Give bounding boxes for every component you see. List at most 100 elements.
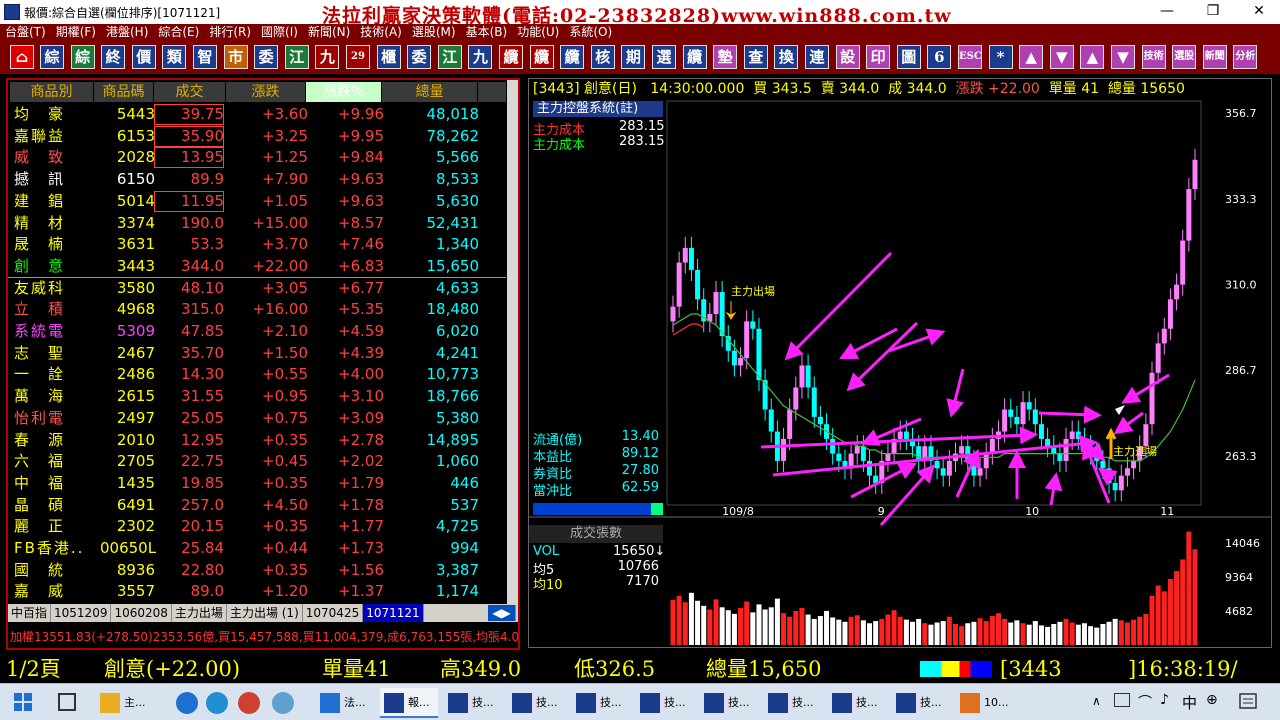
- menu-item-11[interactable]: 系統(O): [564, 24, 617, 40]
- edge-icon[interactable]: [206, 692, 228, 714]
- tray-ime-mode-icon[interactable]: ⊕: [1206, 692, 1218, 708]
- toolbar-button-14[interactable]: 九: [468, 45, 493, 69]
- watchlist-tab[interactable]: 1070425: [303, 604, 364, 622]
- menu-item-10[interactable]: 功能(U): [512, 24, 564, 40]
- watchlist-tab[interactable]: 中百指: [8, 604, 52, 622]
- toolbar-button-32[interactable]: ▲: [1019, 45, 1044, 69]
- toolbar-button-35[interactable]: ▼: [1111, 45, 1135, 69]
- maximize-button[interactable]: ❐: [1190, 0, 1236, 24]
- taskbar-app[interactable]: 報...: [380, 688, 438, 718]
- taskbar-app[interactable]: 主...: [96, 688, 154, 718]
- toolbar-button-7[interactable]: 委: [254, 45, 279, 69]
- col-header-change[interactable]: 漲跌: [226, 82, 306, 102]
- toolbar-button-33[interactable]: ▼: [1049, 45, 1074, 69]
- watchlist-tab[interactable]: 1060208: [111, 604, 172, 622]
- table-row[interactable]: 友威科 3580 48.10 +3.05 +6.77 4,633: [8, 278, 506, 300]
- menu-item-1[interactable]: 期權(F): [51, 24, 101, 40]
- taskbar-app[interactable]: 技...: [444, 688, 502, 718]
- toolbar-button-9[interactable]: 九: [315, 45, 340, 69]
- menu-item-0[interactable]: 台盤(T): [0, 24, 51, 40]
- home-icon[interactable]: ⌂: [10, 45, 34, 69]
- table-row[interactable]: 春 源 2010 12.95 +0.35 +2.78 14,895: [8, 430, 506, 452]
- tray-up-arrow-icon[interactable]: ∧: [1092, 694, 1101, 708]
- taskbar-app[interactable]: 技...: [892, 688, 950, 718]
- indicator-label[interactable]: 主力控盤系統(註): [533, 101, 663, 117]
- table-row[interactable]: 晟 楠 3631 53.3 +3.70 +7.46 1,340: [8, 234, 506, 256]
- toolbar-button-23[interactable]: 查: [743, 45, 768, 69]
- toolbar-button-38[interactable]: 新聞: [1202, 45, 1227, 69]
- table-row[interactable]: 嘉聯益 6153 35.90 +3.25 +9.95 78,262: [8, 125, 506, 148]
- toolbar-button-8[interactable]: 江: [284, 45, 309, 69]
- taskbar-app[interactable]: 法...: [316, 688, 374, 718]
- table-row[interactable]: 均 豪 5443 39.75 +3.60 +9.96 48,018: [8, 104, 506, 126]
- table-row[interactable]: 建 錩 5014 11.95 +1.05 +9.63 5,630: [8, 190, 506, 213]
- tray-ime-label[interactable]: 中: [1182, 692, 1197, 713]
- table-row[interactable]: 中 福 1435 19.85 +0.35 +1.79 446: [8, 473, 506, 495]
- chrome-icon[interactable]: [238, 692, 260, 714]
- col-header-volume[interactable]: 總量: [382, 82, 478, 102]
- toolbar-button-6[interactable]: 市: [223, 45, 248, 69]
- toolbar-button-18[interactable]: 核: [590, 45, 615, 69]
- toolbar-button-4[interactable]: 類: [162, 45, 187, 69]
- tab-scroll-arrows-icon[interactable]: ◀▶: [488, 605, 516, 621]
- table-row[interactable]: 六 福 2705 22.75 +0.45 +2.02 1,060: [8, 451, 506, 473]
- tray-network-icon[interactable]: ⌒: [1138, 692, 1152, 712]
- tray-battery-icon[interactable]: [1114, 693, 1130, 707]
- toolbar-button-11[interactable]: 櫃: [376, 45, 401, 69]
- close-button[interactable]: ✕: [1236, 0, 1280, 24]
- table-row[interactable]: 精 材 3374 190.0 +15.00 +8.57 52,431: [8, 213, 506, 235]
- toolbar-button-20[interactable]: 選: [652, 45, 676, 69]
- col-header-name[interactable]: 商品別: [10, 82, 94, 102]
- table-row[interactable]: 萬 海 2615 31.55 +0.95 +3.10 18,766: [8, 386, 506, 408]
- toolbar-button-3[interactable]: 價: [131, 45, 156, 69]
- toolbar-button-25[interactable]: 連: [805, 45, 829, 69]
- taskbar-app[interactable]: 技...: [636, 688, 694, 718]
- watchlist-tab[interactable]: 1071121: [363, 604, 424, 622]
- outlook-icon[interactable]: [176, 692, 198, 714]
- menu-item-6[interactable]: 新聞(N): [303, 24, 355, 40]
- col-header-code[interactable]: 商品碼: [94, 82, 154, 102]
- toolbar-button-1[interactable]: 綜: [70, 45, 95, 69]
- table-row[interactable]: 創 意 3443 344.0 +22.00 +6.83 15,650: [8, 256, 506, 278]
- minimize-button[interactable]: —: [1144, 0, 1190, 24]
- toolbar-button-26[interactable]: 設: [835, 45, 860, 69]
- toolbar-button-5[interactable]: 智: [193, 45, 217, 69]
- toolbar-button-29[interactable]: 6: [927, 45, 952, 69]
- table-row[interactable]: FB香港.. 00650L 25.84 +0.44 +1.73 994: [8, 538, 506, 560]
- toolbar-button-31[interactable]: *: [988, 45, 1013, 69]
- toolbar-button-24[interactable]: 換: [774, 45, 799, 69]
- taskbar-app[interactable]: 技...: [572, 688, 630, 718]
- toolbar-button-10[interactable]: 29: [346, 45, 370, 69]
- table-row[interactable]: 怡利電 2497 25.05 +0.75 +3.09 5,380: [8, 408, 506, 430]
- col-header-change-pct[interactable]: 漲跌%: [306, 82, 382, 102]
- notification-icon[interactable]: [1236, 690, 1262, 714]
- toolbar-button-2[interactable]: 終: [101, 45, 126, 69]
- vertical-scrollbar[interactable]: [507, 80, 518, 608]
- taskbar-app[interactable]: 技...: [764, 688, 822, 718]
- time-scroll-thumb[interactable]: [651, 503, 663, 515]
- table-row[interactable]: 國 統 8936 22.80 +0.35 +1.56 3,387: [8, 560, 506, 582]
- menu-item-8[interactable]: 選股(M): [407, 24, 461, 40]
- tray-volume-icon[interactable]: ♪: [1160, 692, 1169, 708]
- toolbar-button-37[interactable]: 選股: [1172, 45, 1197, 69]
- windows-start-icon[interactable]: [14, 693, 32, 711]
- taskbar-app[interactable]: 技...: [508, 688, 566, 718]
- taskbar-app[interactable]: 10...: [956, 688, 1014, 718]
- toolbar-button-12[interactable]: 委: [407, 45, 432, 69]
- taskbar-app[interactable]: 技...: [828, 688, 886, 718]
- col-header-price[interactable]: 成交: [154, 82, 226, 102]
- table-row[interactable]: 嘉 威 3557 89.0 +1.20 +1.37 1,174: [8, 581, 506, 603]
- toolbar-button-34[interactable]: ▲: [1080, 45, 1105, 69]
- toolbar-button-17[interactable]: 纜: [560, 45, 585, 69]
- menu-item-3[interactable]: 綜合(E): [153, 24, 204, 40]
- table-row[interactable]: 一 詮 2486 14.30 +0.55 +4.00 10,773: [8, 364, 506, 386]
- toolbar-button-15[interactable]: 纜: [499, 45, 523, 69]
- menu-item-4[interactable]: 排行(R): [204, 24, 256, 40]
- toolbar-button-30[interactable]: ESC: [958, 45, 982, 69]
- table-row[interactable]: 威 致 2028 13.95 +1.25 +9.84 5,566: [8, 147, 506, 169]
- toolbar-button-39[interactable]: 分析: [1233, 45, 1258, 69]
- watchlist-tab[interactable]: 1051209: [51, 604, 112, 622]
- table-row[interactable]: 系統電 5309 47.85 +2.10 +4.59 6,020: [8, 321, 506, 343]
- toolbar-button-36[interactable]: 技術: [1141, 45, 1166, 69]
- toolbar-button-28[interactable]: 圖: [896, 45, 921, 69]
